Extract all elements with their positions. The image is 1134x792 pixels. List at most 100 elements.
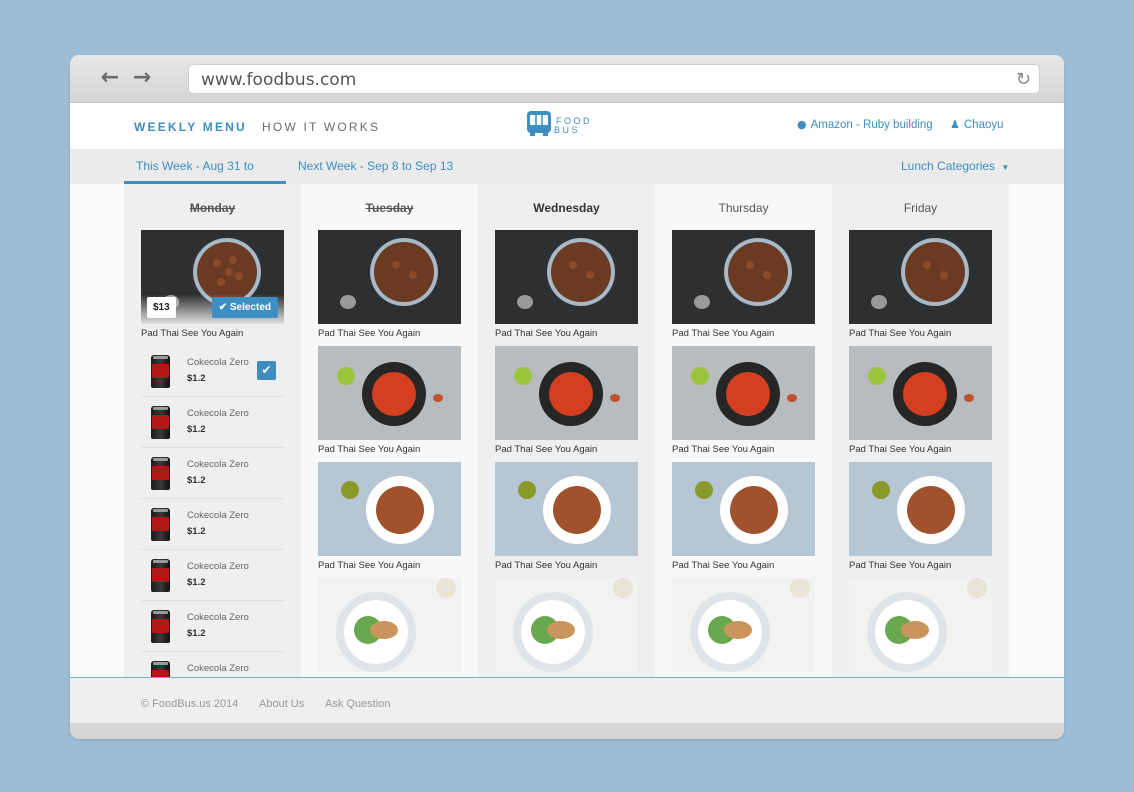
- drink-checkbox-checked[interactable]: ✔: [257, 361, 276, 380]
- dish-card[interactable]: [849, 578, 992, 672]
- dish-name: Pad Thai See You Again: [672, 328, 775, 339]
- dish-image: [849, 578, 992, 672]
- drink-item[interactable]: Cokecola Zero $1.2: [141, 499, 284, 550]
- logo-text-bus: BUS: [554, 125, 581, 135]
- day-column-friday: Friday Pad Thai See You Again Pad Thai S…: [832, 184, 1009, 678]
- dish-card[interactable]: Pad Thai See You Again: [672, 230, 815, 339]
- week-tabs: This Week - Aug 31 to Sep 5 Next Week - …: [70, 149, 1064, 207]
- dish-image: [849, 230, 992, 324]
- drink-price: $1.2: [187, 628, 206, 639]
- dish-card[interactable]: Pad Thai See You Again: [849, 230, 992, 339]
- dish-name: Pad Thai See You Again: [318, 444, 421, 455]
- dish-card[interactable]: [495, 578, 638, 672]
- tab-next-week[interactable]: Next Week - Sep 8 to Sep 13: [286, 149, 465, 184]
- dish-name: Pad Thai See You Again: [672, 560, 775, 571]
- user-menu[interactable]: ♟ Chaoyu: [950, 118, 1004, 131]
- back-arrow-icon[interactable]: ←: [99, 67, 121, 89]
- dish-name: Pad Thai See You Again: [495, 560, 598, 571]
- footer-ask-link[interactable]: Ask Question: [325, 698, 390, 710]
- tab-this-week[interactable]: This Week - Aug 31 to Sep 5: [124, 149, 286, 207]
- footer-about-link[interactable]: About Us: [259, 698, 304, 710]
- dish-card[interactable]: Pad Thai See You Again: [318, 346, 461, 455]
- soda-can-icon: [151, 457, 170, 490]
- dish-card[interactable]: Pad Thai See You Again: [672, 462, 815, 571]
- dish-image: [495, 578, 638, 672]
- dish-image: [672, 346, 815, 440]
- reload-icon[interactable]: ↻: [1016, 69, 1031, 90]
- dish-card[interactable]: [318, 578, 461, 672]
- dish-name: Pad Thai See You Again: [495, 328, 598, 339]
- drink-item[interactable]: Cokecola Zero $1.2 ✔: [141, 346, 284, 397]
- lunch-categories-label: Lunch Categories: [901, 159, 996, 173]
- nav-how-it-works[interactable]: HOW IT WORKS: [262, 120, 380, 134]
- soda-can-icon: [151, 508, 170, 541]
- dish-card[interactable]: Pad Thai See You Again: [318, 462, 461, 571]
- soda-can-icon: [151, 661, 170, 678]
- browser-bottom-bar: [70, 723, 1064, 739]
- drink-item[interactable]: Cokecola Zero $1.2: [141, 397, 284, 448]
- dish-image: $13 ✔ Selected: [141, 230, 284, 324]
- drink-price: $1.2: [187, 577, 206, 588]
- browser-chrome: ← → www.foodbus.com ↻: [70, 55, 1064, 103]
- dish-name: Pad Thai See You Again: [849, 444, 952, 455]
- drink-name: Cokecola Zero: [187, 408, 249, 419]
- drink-price: $1.2: [187, 373, 206, 384]
- dish-card[interactable]: Pad Thai See You Again: [495, 346, 638, 455]
- dish-name: Pad Thai See You Again: [495, 444, 598, 455]
- page: WEEKLY MENU HOW IT WORKS FOOD BUS ● Amazo…: [70, 103, 1064, 723]
- drink-name: Cokecola Zero: [187, 612, 249, 623]
- day-column-monday: Monday $13 ✔ Selected Pad Thai See You A…: [124, 184, 301, 678]
- dish-image: [495, 346, 638, 440]
- price-tag: $13: [147, 297, 176, 318]
- address-bar[interactable]: www.foodbus.com ↻: [188, 64, 1040, 94]
- caret-down-icon: ▼: [1001, 163, 1010, 172]
- dish-card[interactable]: Pad Thai See You Again: [672, 346, 815, 455]
- dish-name: Pad Thai See You Again: [849, 560, 952, 571]
- bus-icon: [527, 111, 551, 136]
- day-column-thursday: Thursday Pad Thai See You Again Pad Thai…: [655, 184, 832, 678]
- top-navigation: WEEKLY MENU HOW IT WORKS FOOD BUS ● Amazo…: [70, 103, 1064, 149]
- dish-card[interactable]: Pad Thai See You Again: [495, 462, 638, 571]
- dish-card[interactable]: Pad Thai See You Again: [849, 462, 992, 571]
- selected-label: Selected: [229, 302, 271, 313]
- drink-name: Cokecola Zero: [187, 459, 249, 470]
- drink-item[interactable]: Cokecola Zero: [141, 652, 284, 678]
- forward-arrow-icon[interactable]: →: [131, 67, 153, 89]
- drink-name: Cokecola Zero: [187, 510, 249, 521]
- dish-card[interactable]: Pad Thai See You Again: [849, 346, 992, 455]
- dish-image: [849, 346, 992, 440]
- dish-card[interactable]: [672, 578, 815, 672]
- soda-can-icon: [151, 406, 170, 439]
- user-name: Chaoyu: [963, 119, 1004, 131]
- dish-card[interactable]: Pad Thai See You Again: [495, 230, 638, 339]
- location-selector[interactable]: ● Amazon - Ruby building: [797, 118, 933, 131]
- dish-image: [318, 462, 461, 556]
- day-heading: Monday: [189, 201, 236, 215]
- day-heading: Wednesday: [533, 201, 600, 215]
- drink-item[interactable]: Cokecola Zero $1.2: [141, 601, 284, 652]
- dish-image: [318, 346, 461, 440]
- foodbus-logo[interactable]: FOOD BUS: [524, 109, 600, 141]
- selected-badge[interactable]: ✔ Selected: [211, 297, 278, 318]
- dish-image: [672, 230, 815, 324]
- dish-name: Pad Thai See You Again: [318, 328, 421, 339]
- user-icon: ♟: [950, 118, 960, 131]
- dish-card[interactable]: Pad Thai See You Again: [318, 230, 461, 339]
- day-column-tuesday: Tuesday Pad Thai See You Again Pad Thai …: [301, 184, 478, 678]
- dish-image: [672, 578, 815, 672]
- day-heading: Friday: [903, 201, 938, 215]
- drink-item[interactable]: Cokecola Zero $1.2: [141, 448, 284, 499]
- lunch-categories-dropdown[interactable]: Lunch Categories ▼: [901, 149, 1009, 184]
- soda-can-icon: [151, 355, 170, 388]
- drink-name: Cokecola Zero: [187, 357, 249, 368]
- dish-card-selected[interactable]: $13 ✔ Selected Pad Thai See You Again: [141, 230, 284, 339]
- dish-image: [672, 462, 815, 556]
- drink-price: $1.2: [187, 424, 206, 435]
- drink-item[interactable]: Cokecola Zero $1.2: [141, 550, 284, 601]
- nav-weekly-menu[interactable]: WEEKLY MENU: [134, 120, 247, 134]
- dish-name: Pad Thai See You Again: [318, 560, 421, 571]
- day-heading: Thursday: [718, 201, 769, 215]
- dish-image: [318, 578, 461, 672]
- browser-window: ← → www.foodbus.com ↻ WEEKLY MENU HOW IT…: [70, 55, 1064, 739]
- dish-name: Pad Thai See You Again: [849, 328, 952, 339]
